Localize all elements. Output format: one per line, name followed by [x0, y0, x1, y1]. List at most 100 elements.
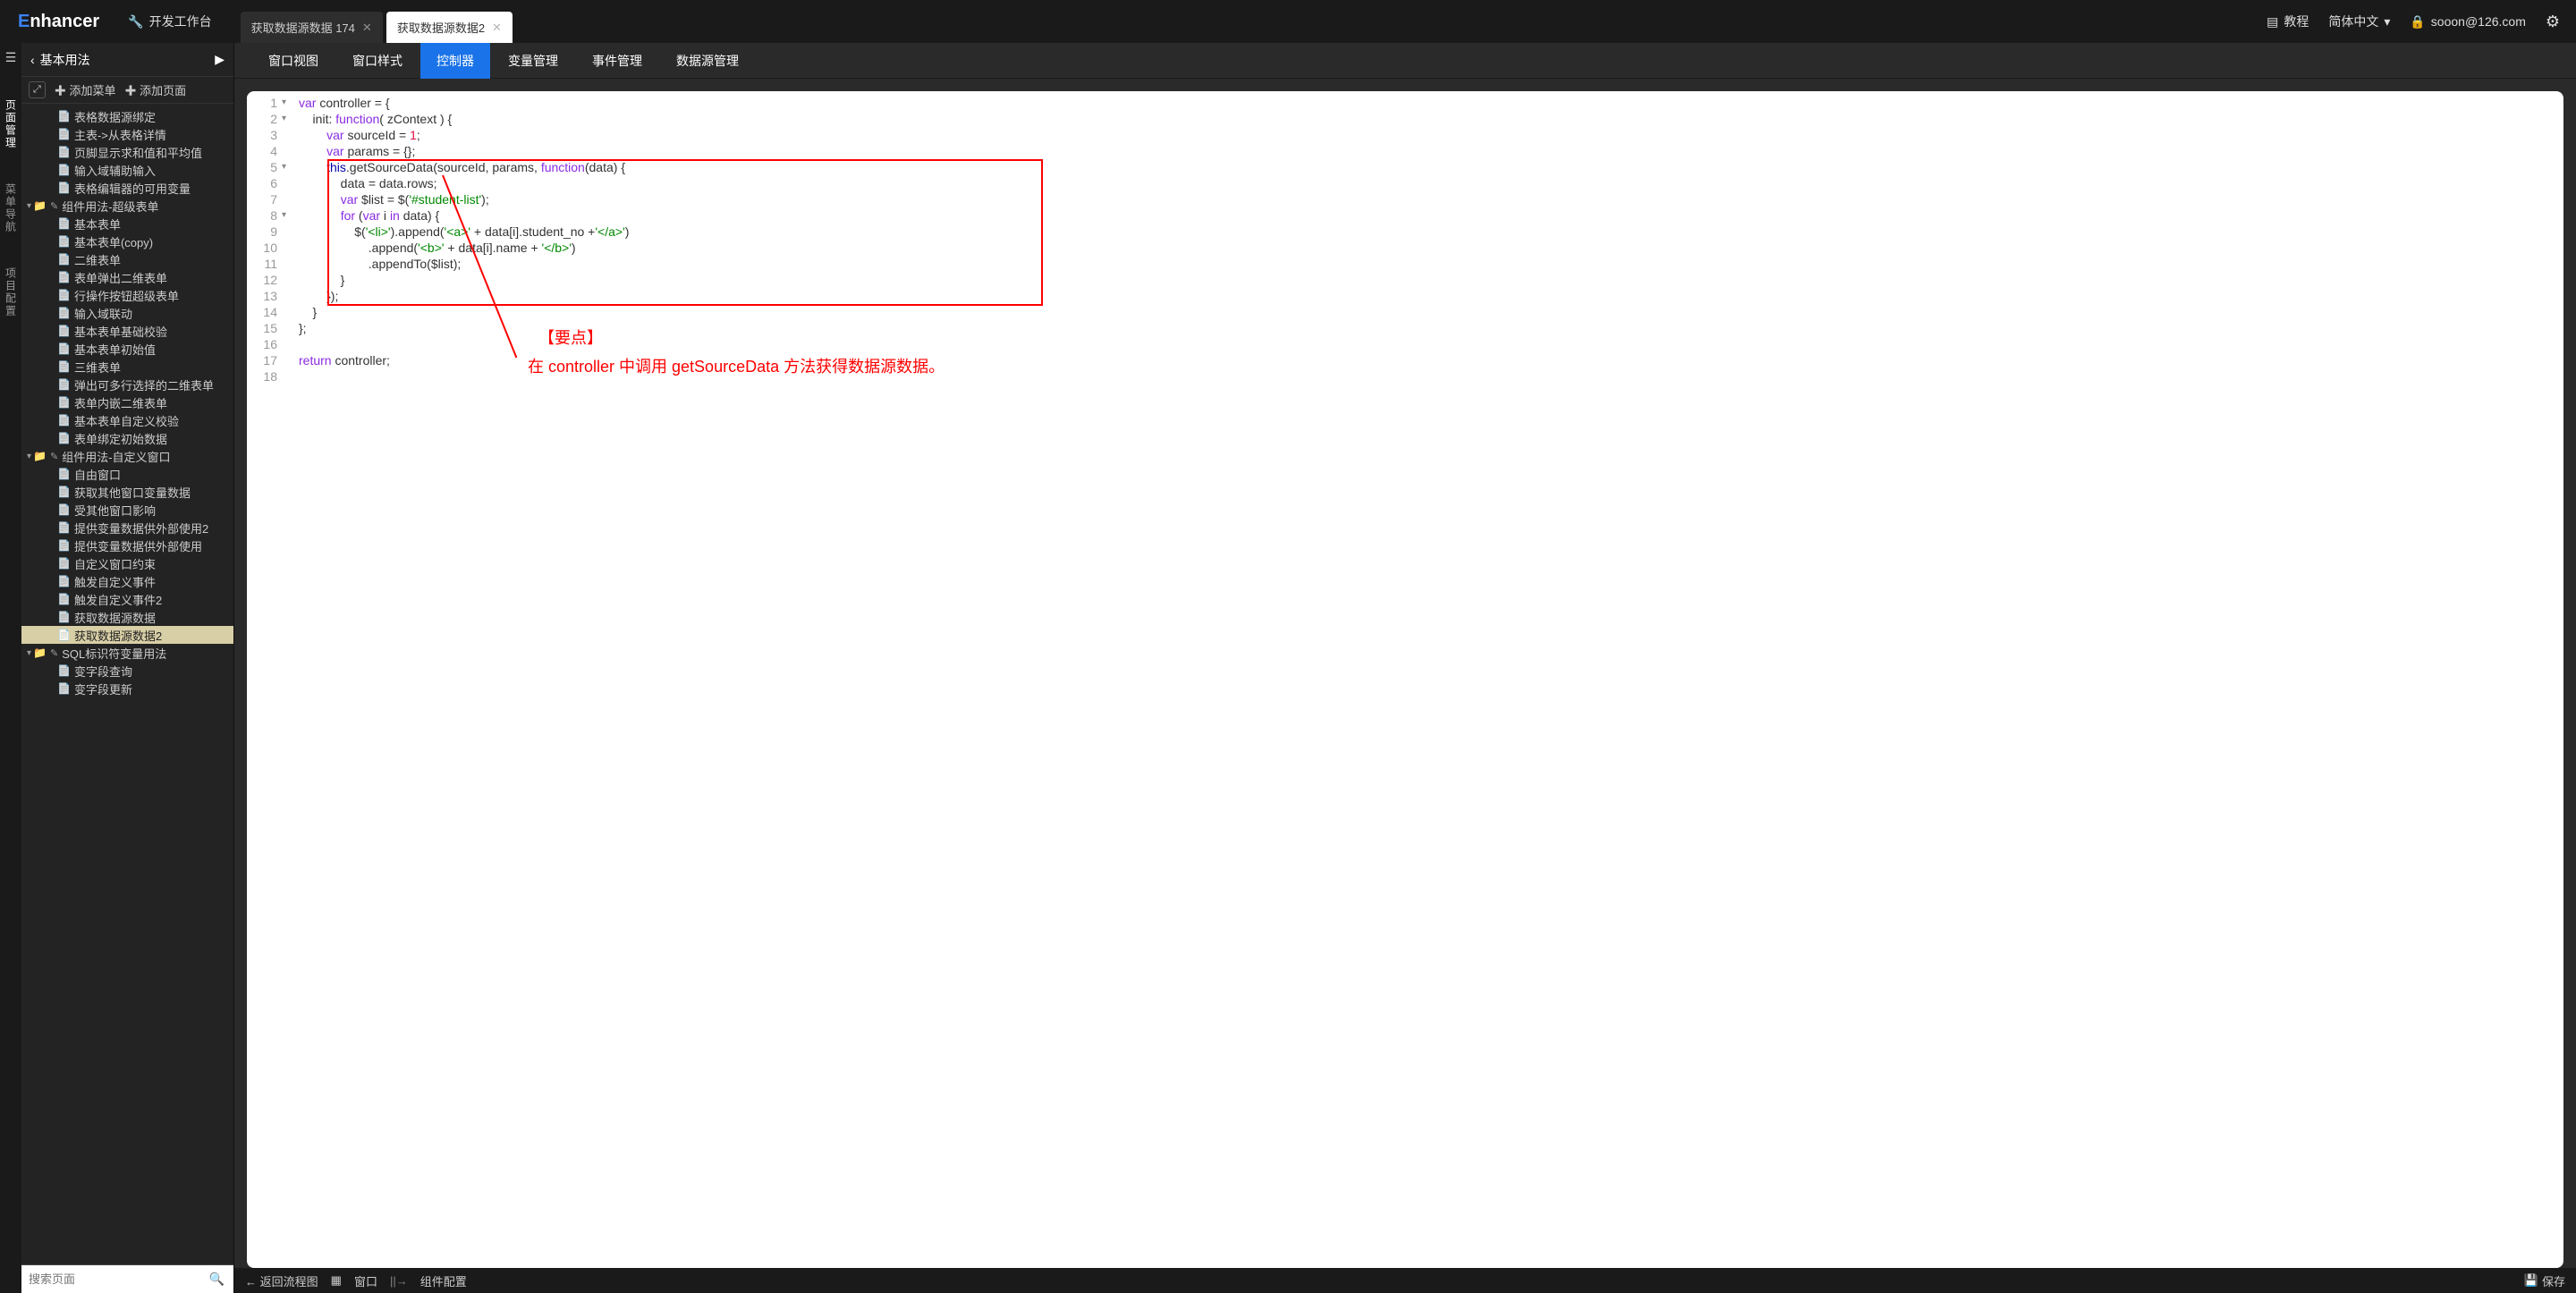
tree-file[interactable]: 📄获取数据源数据: [21, 608, 233, 626]
tree-file[interactable]: 📄表格编辑器的可用变量: [21, 179, 233, 197]
sidebar-tree[interactable]: 📄表格数据源绑定📄主表->从表格详情📄页脚显示求和值和平均值📄输入域辅助输入📄表…: [21, 104, 233, 1264]
tree-file[interactable]: 📄基本表单: [21, 215, 233, 232]
tree-file[interactable]: 📄表格数据源绑定: [21, 107, 233, 125]
code-line[interactable]: var controller = {: [299, 95, 629, 111]
gear-icon[interactable]: ⚙: [2546, 13, 2560, 31]
code-line[interactable]: var sourceId = 1;: [299, 127, 629, 143]
code-line[interactable]: $('<li>').append('<a>' + data[i].student…: [299, 224, 629, 240]
tree-file[interactable]: 📄基本表单自定义校验: [21, 411, 233, 429]
code-editor[interactable]: 1▾2▾345▾678▾9101112131415161718 var cont…: [247, 91, 2563, 1268]
code-line[interactable]: };: [299, 320, 629, 336]
code-line[interactable]: var params = {};: [299, 143, 629, 159]
tutorial-link[interactable]: ▤ 教程: [2267, 13, 2309, 30]
brand-logo: Enhancer: [7, 12, 110, 32]
code-line[interactable]: .append('<b>' + data[i].name + '</b>'): [299, 240, 629, 256]
crumb-window[interactable]: 窗口: [354, 1272, 377, 1289]
tree-folder[interactable]: ▾📁✎组件用法-超级表单: [21, 197, 233, 215]
tree-item-label: 表单弹出二维表单: [74, 269, 167, 286]
tree-item-label: 二维表单: [74, 251, 121, 268]
fold-icon[interactable]: ▾: [282, 207, 286, 224]
tree-file[interactable]: 📄输入域辅助输入: [21, 161, 233, 179]
close-icon[interactable]: ✕: [362, 21, 372, 35]
fold-icon[interactable]: ▾: [282, 111, 286, 127]
user-menu[interactable]: 🔒 sooon@126.com: [2410, 14, 2526, 30]
tree-file[interactable]: 📄提供变量数据供外部使用2: [21, 519, 233, 537]
tree-file[interactable]: 📄弹出可多行选择的二维表单: [21, 376, 233, 393]
tree-file[interactable]: 📄行操作按钮超级表单: [21, 286, 233, 304]
code-line[interactable]: this.getSourceData(sourceId, params, fun…: [299, 159, 629, 175]
code-line[interactable]: var $list = $('#student-list');: [299, 191, 629, 207]
menu-icon[interactable]: ☰: [5, 50, 17, 65]
code-line[interactable]: .appendTo($list);: [299, 256, 629, 272]
fold-icon[interactable]: ▾: [282, 95, 286, 111]
tree-file[interactable]: 📄表单内嵌二维表单: [21, 393, 233, 411]
tree-file[interactable]: 📄表单绑定初始数据: [21, 429, 233, 447]
tree-file[interactable]: 📄基本表单(copy): [21, 232, 233, 250]
code-line[interactable]: for (var i in data) {: [299, 207, 629, 224]
tree-file[interactable]: 📄自由窗口: [21, 465, 233, 483]
search-icon[interactable]: 🔍: [200, 1272, 233, 1287]
code-line[interactable]: init: function( zContext ) {: [299, 111, 629, 127]
code-line[interactable]: data = data.rows;: [299, 175, 629, 191]
editor-lines[interactable]: var controller = { init: function( zCont…: [286, 95, 629, 385]
code-line[interactable]: [299, 336, 629, 352]
code-line[interactable]: [299, 368, 629, 385]
tab-events[interactable]: 事件管理: [576, 43, 658, 79]
tree-file[interactable]: 📄输入域联动: [21, 304, 233, 322]
caret-icon: ▾: [27, 648, 31, 658]
top-tab-0[interactable]: 获取数据源数据 174 ✕: [241, 12, 383, 43]
add-page-button[interactable]: ✚ 添加页面: [124, 81, 186, 98]
tree-file[interactable]: 📄受其他窗口影响: [21, 501, 233, 519]
tree-file[interactable]: 📄主表->从表格详情: [21, 125, 233, 143]
file-icon: 📄: [57, 682, 71, 695]
save-button[interactable]: 💾 保存: [2524, 1272, 2565, 1289]
play-icon[interactable]: ▶: [215, 52, 225, 67]
expand-icon[interactable]: ⤢: [29, 81, 46, 98]
tab-vars[interactable]: 变量管理: [492, 43, 574, 79]
top-tab-1[interactable]: 获取数据源数据2 ✕: [386, 12, 513, 43]
tab-controller[interactable]: 控制器: [420, 43, 490, 79]
tree-file[interactable]: 📄三维表单: [21, 358, 233, 376]
close-icon[interactable]: ✕: [492, 21, 502, 35]
chevron-left-icon[interactable]: ‹: [30, 53, 35, 67]
lang-select[interactable]: 简体中文 ▾: [2328, 13, 2390, 30]
top-bar: Enhancer 🔧 开发工作台 获取数据源数据 174 ✕ 获取数据源数据2 …: [0, 0, 2576, 43]
tree-file[interactable]: 📄触发自定义事件: [21, 572, 233, 590]
tree-file[interactable]: 📄提供变量数据供外部使用: [21, 537, 233, 554]
tree-file[interactable]: 📄基本表单初始值: [21, 340, 233, 358]
tree-file[interactable]: 📄触发自定义事件2: [21, 590, 233, 608]
tree-folder[interactable]: ▾📁✎组件用法-自定义窗口: [21, 447, 233, 465]
fold-icon[interactable]: ▾: [282, 159, 286, 175]
tab-view[interactable]: 窗口视图: [252, 43, 335, 79]
tab-datasource[interactable]: 数据源管理: [660, 43, 755, 79]
code-line[interactable]: }: [299, 272, 629, 288]
tree-file[interactable]: 📄变字段查询: [21, 662, 233, 680]
tab-style[interactable]: 窗口样式: [336, 43, 419, 79]
rail-tab-nav[interactable]: 菜单导航: [4, 180, 19, 237]
tree-file[interactable]: 📄获取数据源数据2: [21, 626, 233, 644]
tree-folder[interactable]: ▾📁✎SQL标识符变量用法: [21, 644, 233, 662]
tree-item-label: 触发自定义事件2: [74, 591, 162, 608]
code-line[interactable]: return controller;: [299, 352, 629, 368]
folder-icon: 📁: [33, 450, 47, 462]
file-icon: 📄: [57, 486, 71, 498]
file-icon: 📄: [57, 360, 71, 373]
rail-tab-config[interactable]: 项目配置: [4, 264, 19, 321]
code-line[interactable]: });: [299, 288, 629, 304]
sidebar-toolbar: ⤢ ✚ 添加菜单 ✚ 添加页面: [21, 77, 233, 104]
tree-file[interactable]: 📄基本表单基础校验: [21, 322, 233, 340]
tree-file[interactable]: 📄页脚显示求和值和平均值: [21, 143, 233, 161]
tree-file[interactable]: 📄变字段更新: [21, 680, 233, 697]
code-line[interactable]: }: [299, 304, 629, 320]
add-menu-button[interactable]: ✚ 添加菜单: [55, 81, 116, 98]
rail-tab-pages[interactable]: 页面管理: [4, 96, 19, 153]
tree-file[interactable]: 📄二维表单: [21, 250, 233, 268]
crumb-config[interactable]: 组件配置: [420, 1272, 467, 1289]
back-button[interactable]: ← 返回流程图: [245, 1272, 318, 1289]
search-input[interactable]: [21, 1272, 200, 1286]
tree-file[interactable]: 📄获取其他窗口变量数据: [21, 483, 233, 501]
file-icon: 📄: [57, 164, 71, 176]
tree-file[interactable]: 📄表单弹出二维表单: [21, 268, 233, 286]
workbench-link[interactable]: 🔧 开发工作台: [110, 13, 229, 30]
tree-file[interactable]: 📄自定义窗口约束: [21, 554, 233, 572]
